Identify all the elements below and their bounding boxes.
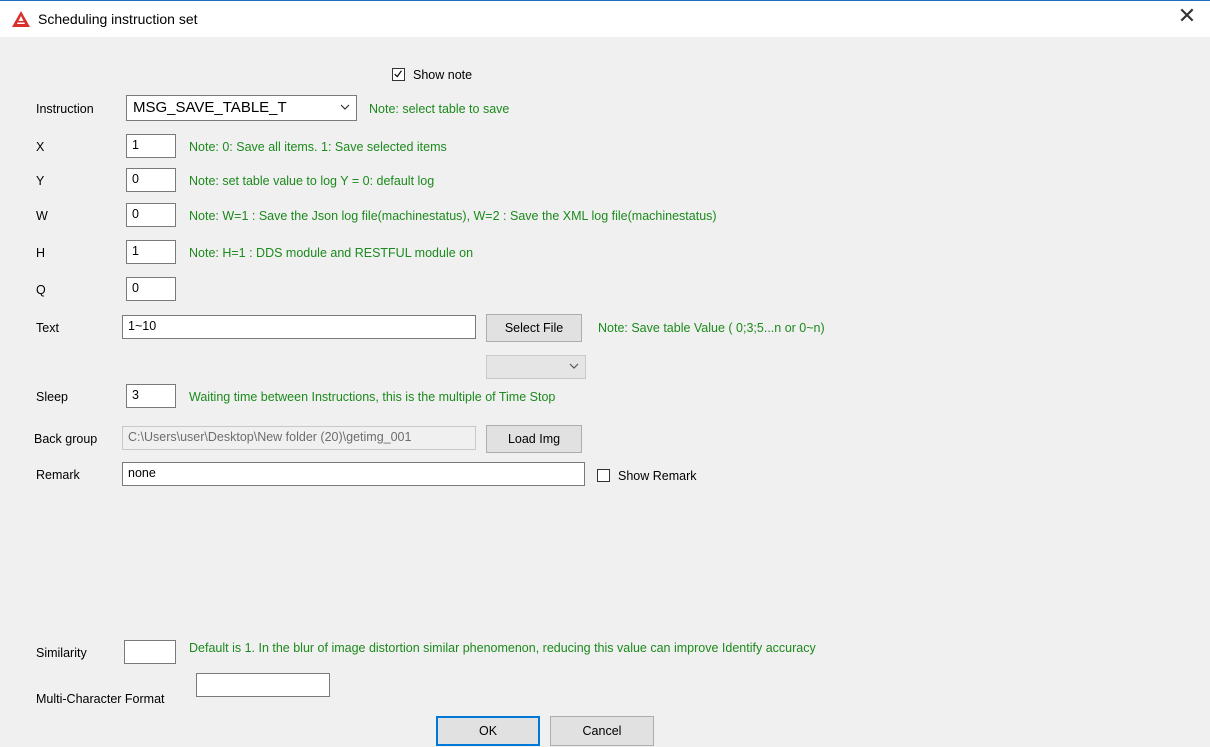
q-field[interactable]: 0 — [126, 277, 176, 301]
remark-label: Remark — [36, 468, 80, 482]
h-label: H — [36, 246, 46, 260]
h-field[interactable]: 1 — [126, 240, 176, 264]
w-field[interactable]: 0 — [126, 203, 176, 227]
x-note: Note: 0: Save all items. 1: Save selecte… — [189, 140, 447, 154]
q-label: Q — [36, 283, 46, 297]
close-button[interactable]: ✕ — [1172, 5, 1202, 31]
y-field[interactable]: 0 — [126, 168, 176, 192]
show-remark-label: Show Remark — [618, 469, 697, 483]
sleep-label: Sleep — [36, 390, 68, 404]
similarity-field[interactable] — [124, 640, 176, 664]
w-note: Note: W=1 : Save the Json log file(machi… — [189, 209, 717, 223]
back-group-field: C:\Users\user\Desktop\New folder (20)\ge… — [122, 426, 476, 450]
ok-button[interactable]: OK — [436, 716, 540, 746]
sleep-note: Waiting time between Instructions, this … — [189, 390, 556, 404]
similarity-note: Default is 1. In the blur of image disto… — [189, 641, 816, 655]
text-note: Note: Save table Value ( 0;3;5...n or 0~… — [598, 321, 825, 335]
w-label: W — [36, 209, 48, 223]
window-title: Scheduling instruction set — [38, 11, 198, 27]
title-bar: Scheduling instruction set ✕ — [0, 1, 1210, 37]
show-remark-checkbox[interactable] — [597, 469, 610, 482]
text-label: Text — [36, 321, 59, 335]
show-note-label: Show note — [413, 68, 473, 82]
multi-char-label: Multi-Character Format — [36, 692, 165, 706]
sleep-field[interactable]: 3 — [126, 384, 176, 408]
show-note-checkbox[interactable] — [392, 68, 405, 81]
remark-field[interactable]: none — [122, 462, 585, 486]
checkmark-icon — [394, 70, 402, 78]
file-select-dropdown[interactable] — [486, 355, 586, 379]
x-label: X — [36, 140, 45, 154]
text-field[interactable]: 1~10 — [122, 315, 476, 339]
select-file-button[interactable]: Select File — [486, 314, 582, 342]
x-field[interactable]: 1 — [126, 134, 176, 158]
back-group-label: Back group — [34, 432, 98, 446]
multi-char-field[interactable] — [196, 673, 330, 697]
load-img-button[interactable]: Load Img — [486, 425, 582, 453]
instruction-note: Note: select table to save — [369, 102, 510, 116]
instruction-label: Instruction — [36, 102, 94, 116]
app-logo-icon — [12, 11, 30, 27]
chevron-down-icon — [569, 363, 579, 369]
similarity-label: Similarity — [36, 646, 87, 660]
y-note: Note: set table value to log Y = 0: defa… — [189, 174, 435, 188]
cancel-button[interactable]: Cancel — [550, 716, 654, 746]
dialog-window: Scheduling instruction set ✕ Show note I… — [0, 0, 1210, 747]
instruction-select[interactable]: MSG_SAVE_TABLE_T — [126, 95, 357, 121]
y-label: Y — [36, 174, 45, 188]
h-note: Note: H=1 : DDS module and RESTFUL modul… — [189, 246, 474, 260]
instruction-select-value: MSG_SAVE_TABLE_T — [133, 99, 287, 116]
chevron-down-icon — [340, 104, 350, 110]
